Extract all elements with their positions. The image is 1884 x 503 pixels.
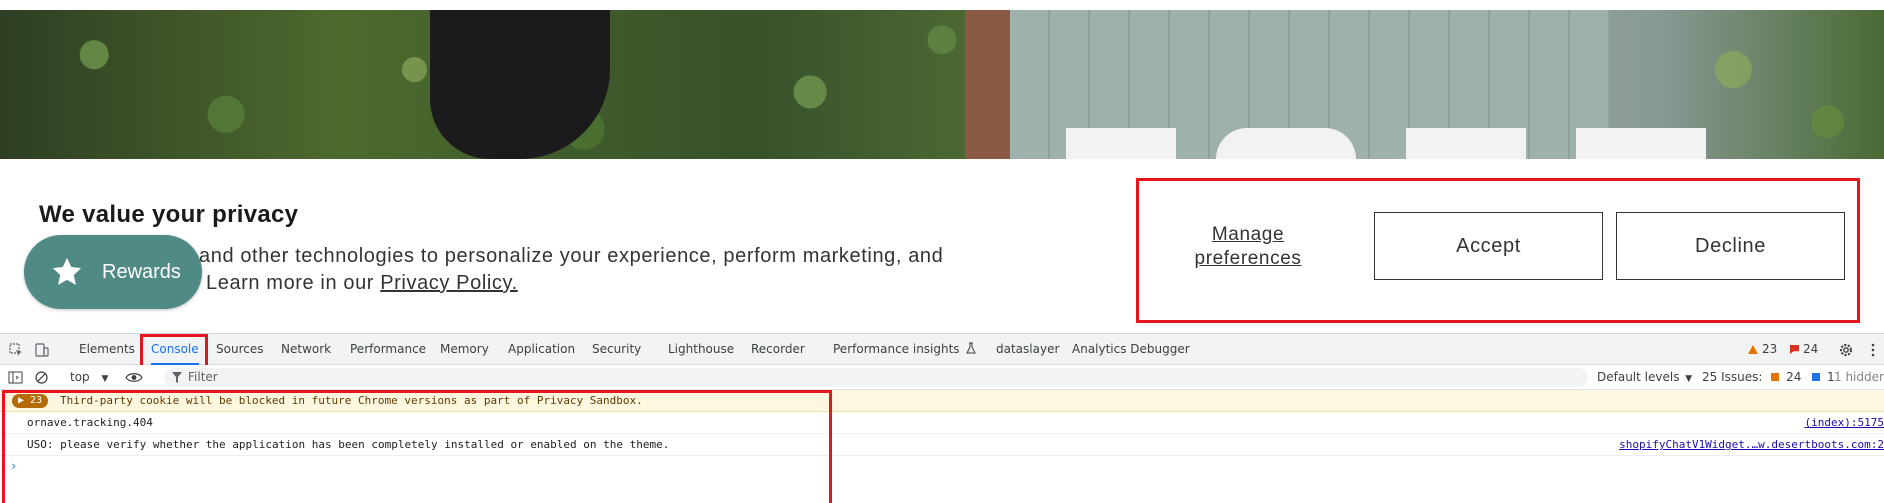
issues-info-icon bbox=[1812, 373, 1821, 381]
rewards-label: Rewards bbox=[102, 260, 181, 283]
flask-icon bbox=[966, 342, 977, 354]
hero-image bbox=[0, 10, 1884, 159]
accept-button[interactable]: Accept bbox=[1374, 212, 1603, 280]
sign-letters bbox=[1066, 128, 1706, 159]
star-icon bbox=[52, 257, 82, 285]
filter-icon bbox=[172, 372, 182, 383]
tab-network[interactable]: Network bbox=[281, 334, 331, 365]
levels-arrow-icon: ▼ bbox=[1685, 374, 1693, 384]
privacy-title: We value your privacy bbox=[39, 201, 299, 228]
log-levels-label: Default levels bbox=[1597, 370, 1680, 384]
log-levels-dropdown[interactable]: Default levels ▼ bbox=[1597, 365, 1692, 390]
highlight-console-messages bbox=[2, 390, 832, 503]
errors-counter[interactable]: 24 bbox=[1790, 334, 1818, 365]
privacy-text-learn: Learn more in our bbox=[206, 272, 375, 294]
context-selector-label: top bbox=[70, 370, 90, 384]
console-toolbar: top ▼ Filter Default levels ▼ 25 Issues:… bbox=[0, 365, 1884, 390]
eye-icon[interactable] bbox=[125, 371, 143, 384]
rewards-button[interactable]: Rewards bbox=[24, 235, 202, 309]
manage-preferences-link[interactable]: Manage preferences bbox=[1193, 223, 1303, 271]
devtools-tabbar: Elements Console Sources Network Perform… bbox=[0, 334, 1884, 365]
tab-performance-insights[interactable]: Performance insights bbox=[833, 334, 977, 365]
issues-summary[interactable]: 25 Issues: 24 1 bbox=[1702, 365, 1835, 390]
dropdown-arrow-icon: ▼ bbox=[101, 374, 109, 384]
tab-dataslayer[interactable]: dataslayer bbox=[996, 334, 1059, 365]
console-source-link[interactable]: (index):5175 bbox=[1805, 412, 1884, 434]
warnings-counter[interactable]: 23 bbox=[1748, 334, 1777, 365]
highlight-console-tab bbox=[140, 334, 208, 368]
filter-placeholder: Filter bbox=[188, 370, 218, 384]
tab-recorder[interactable]: Recorder bbox=[751, 334, 805, 365]
tab-performance-insights-label: Performance insights bbox=[833, 342, 960, 356]
console-source-link[interactable]: shopifyChatV1Widget.…w.desertboots.com:2 bbox=[1619, 434, 1884, 456]
filter-input[interactable]: Filter bbox=[164, 368, 1588, 387]
error-icon bbox=[1790, 345, 1799, 354]
privacy-policy-link[interactable]: Privacy Policy. bbox=[380, 272, 518, 294]
issues-warning-count: 24 bbox=[1786, 370, 1802, 384]
decline-button[interactable]: Decline bbox=[1616, 212, 1845, 280]
warnings-count: 23 bbox=[1762, 342, 1778, 356]
brick-wall bbox=[965, 10, 1013, 159]
warning-icon bbox=[1748, 345, 1758, 354]
errors-count: 24 bbox=[1803, 342, 1819, 356]
tab-lighthouse[interactable]: Lighthouse bbox=[668, 334, 734, 365]
tab-security[interactable]: Security bbox=[592, 334, 641, 365]
settings-gear-icon[interactable] bbox=[1838, 342, 1854, 358]
sidebar-toggle-icon[interactable] bbox=[8, 370, 23, 385]
tab-elements[interactable]: Elements bbox=[79, 334, 135, 365]
tab-application[interactable]: Application bbox=[508, 334, 575, 365]
device-toolbar-icon[interactable] bbox=[34, 342, 50, 358]
tab-sources[interactable]: Sources bbox=[216, 334, 263, 365]
tab-memory[interactable]: Memory bbox=[440, 334, 489, 365]
context-selector[interactable]: top ▼ bbox=[70, 365, 108, 390]
issues-warning-icon bbox=[1771, 373, 1780, 381]
clear-console-icon[interactable] bbox=[34, 370, 49, 385]
issues-label: 25 Issues: bbox=[1702, 370, 1763, 384]
inspect-element-icon[interactable] bbox=[8, 342, 24, 358]
tab-analytics-debugger[interactable]: Analytics Debugger bbox=[1072, 334, 1190, 365]
more-options-icon[interactable] bbox=[1865, 342, 1881, 358]
tab-performance[interactable]: Performance bbox=[350, 334, 426, 365]
hidden-count: 1 hidden bbox=[1834, 370, 1884, 384]
